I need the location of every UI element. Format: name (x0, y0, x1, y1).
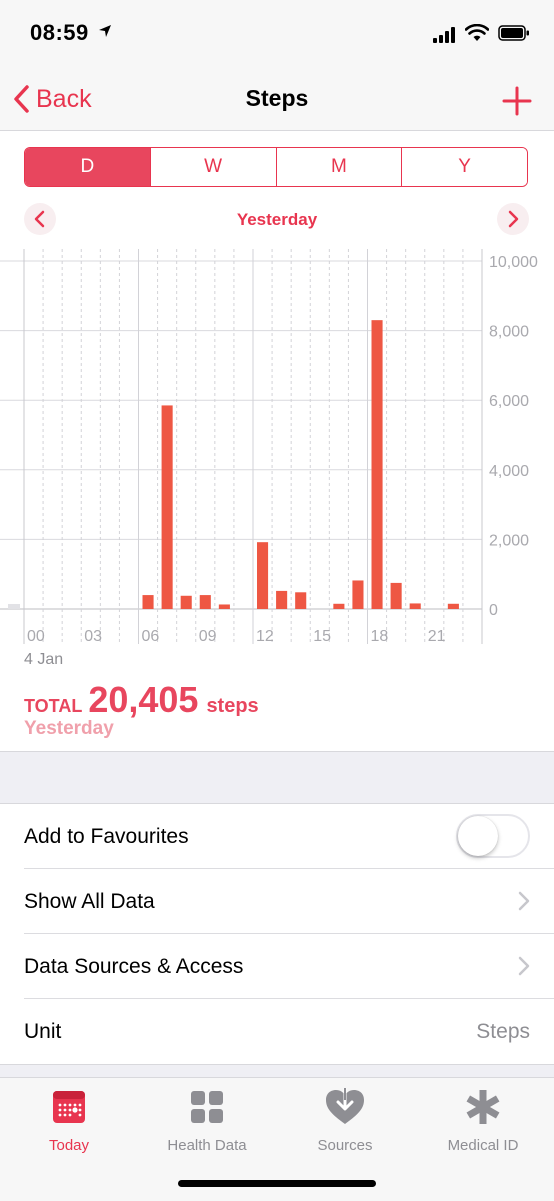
tab-health-data[interactable]: Health Data (138, 1088, 276, 1154)
location-arrow-icon (99, 25, 111, 37)
wifi-icon (465, 24, 489, 41)
status-time: 08:59 (30, 20, 89, 45)
period-segmented-control: D W M Y (24, 147, 528, 187)
x-tick-label: 15 (313, 628, 331, 645)
navigation-bar: Back Steps (0, 70, 554, 131)
x-tick-label: 12 (256, 628, 274, 645)
page-title: Steps (245, 85, 309, 111)
add-data-button[interactable] (500, 84, 534, 118)
home-indicator[interactable] (178, 1180, 376, 1187)
bar-hour-17 (352, 580, 364, 609)
status-bar: 08:59 (0, 0, 554, 70)
segment-month[interactable]: M (275, 148, 402, 186)
segment-day[interactable]: D (25, 148, 150, 186)
chart-panel: D W M Y Yesterday 10,000 8,000 6,000 4,000 2… (0, 131, 554, 752)
unit-row[interactable]: Unit Steps (0, 999, 554, 1064)
y-tick-label: 2,000 (489, 532, 529, 549)
settings-list: Add to Favourites Show All Data Data Sou… (0, 803, 554, 1065)
bar-hour-16 (333, 603, 345, 609)
segment-week[interactable]: W (149, 148, 276, 186)
bar-hour-9 (199, 595, 211, 609)
total-label: TOTAL (24, 696, 83, 716)
bar-hour-14 (295, 592, 307, 609)
x-tick-label: 06 (142, 628, 160, 645)
bar-hour-19 (390, 582, 402, 609)
bar-hour-13 (276, 590, 288, 609)
tab-today[interactable]: Today (0, 1088, 138, 1154)
tab-medical-id-label: Medical ID (447, 1137, 519, 1154)
bar-hour-7 (161, 405, 173, 609)
bar-hour-18 (371, 320, 383, 609)
data-sources-label: Data Sources & Access (24, 954, 244, 978)
bar-hour-6 (142, 595, 154, 609)
date-navigator: Yesterday (0, 201, 554, 239)
total-unit: steps (206, 695, 259, 717)
y-tick-label: 10,000 (489, 254, 538, 271)
bar-hour-10 (218, 604, 230, 609)
bar-hour-8 (180, 595, 192, 609)
show-all-data-label: Show All Data (24, 889, 155, 913)
bar-hour-22 (447, 603, 459, 609)
battery-icon (498, 25, 529, 41)
segment-year[interactable]: Y (401, 148, 527, 186)
data-sources-row[interactable]: Data Sources & Access (0, 934, 554, 999)
unit-label: Unit (24, 1019, 62, 1043)
tab-sources-label: Sources (317, 1137, 373, 1154)
calendar-icon (53, 1091, 85, 1123)
chevron-right-icon (518, 956, 530, 976)
chevron-right-icon (508, 210, 519, 228)
x-tick-label: 21 (428, 628, 446, 645)
favourites-toggle[interactable] (456, 814, 530, 858)
chart-date-caption: 4 Jan (24, 651, 64, 668)
x-tick-label: 00 (27, 628, 45, 645)
x-tick-label: 09 (199, 628, 217, 645)
heart-download-icon (326, 1088, 364, 1124)
previous-day-bar (8, 604, 20, 609)
next-day-button[interactable] (497, 203, 529, 235)
x-tick-label: 03 (84, 628, 102, 645)
grid-icon (191, 1091, 223, 1123)
y-tick-label: 0 (489, 602, 498, 619)
x-tick-label: 18 (371, 628, 389, 645)
steps-bar-chart: 10,0008,0006,0004,0002,000000 03 06 09 12 15 1… (0, 249, 538, 645)
favourites-label: Add to Favourites (24, 824, 189, 848)
total-period: Yesterday (24, 718, 114, 739)
tab-today-label: Today (48, 1137, 90, 1154)
y-tick-label: 6,000 (489, 393, 529, 410)
tab-health-data-label: Health Data (167, 1137, 247, 1154)
asterisk-icon (466, 1090, 500, 1124)
add-to-favourites-row: Add to Favourites (0, 804, 554, 869)
unit-value: Steps (476, 1019, 530, 1043)
show-all-data-row[interactable]: Show All Data (0, 869, 554, 934)
bar-hour-20 (409, 603, 421, 609)
y-tick-label: 8,000 (489, 324, 529, 341)
tab-medical-id[interactable]: Medical ID (414, 1088, 552, 1154)
total-summary: TOTAL 20,405 steps (24, 679, 259, 721)
cellular-signal-icon (433, 27, 455, 43)
toggle-knob (458, 816, 498, 856)
bar-hour-12 (257, 542, 269, 609)
total-value: 20,405 (88, 679, 199, 720)
date-label: Yesterday (236, 210, 318, 229)
y-tick-label: 4,000 (489, 463, 529, 480)
tab-sources[interactable]: Sources (276, 1088, 414, 1154)
chevron-right-icon (518, 891, 530, 911)
